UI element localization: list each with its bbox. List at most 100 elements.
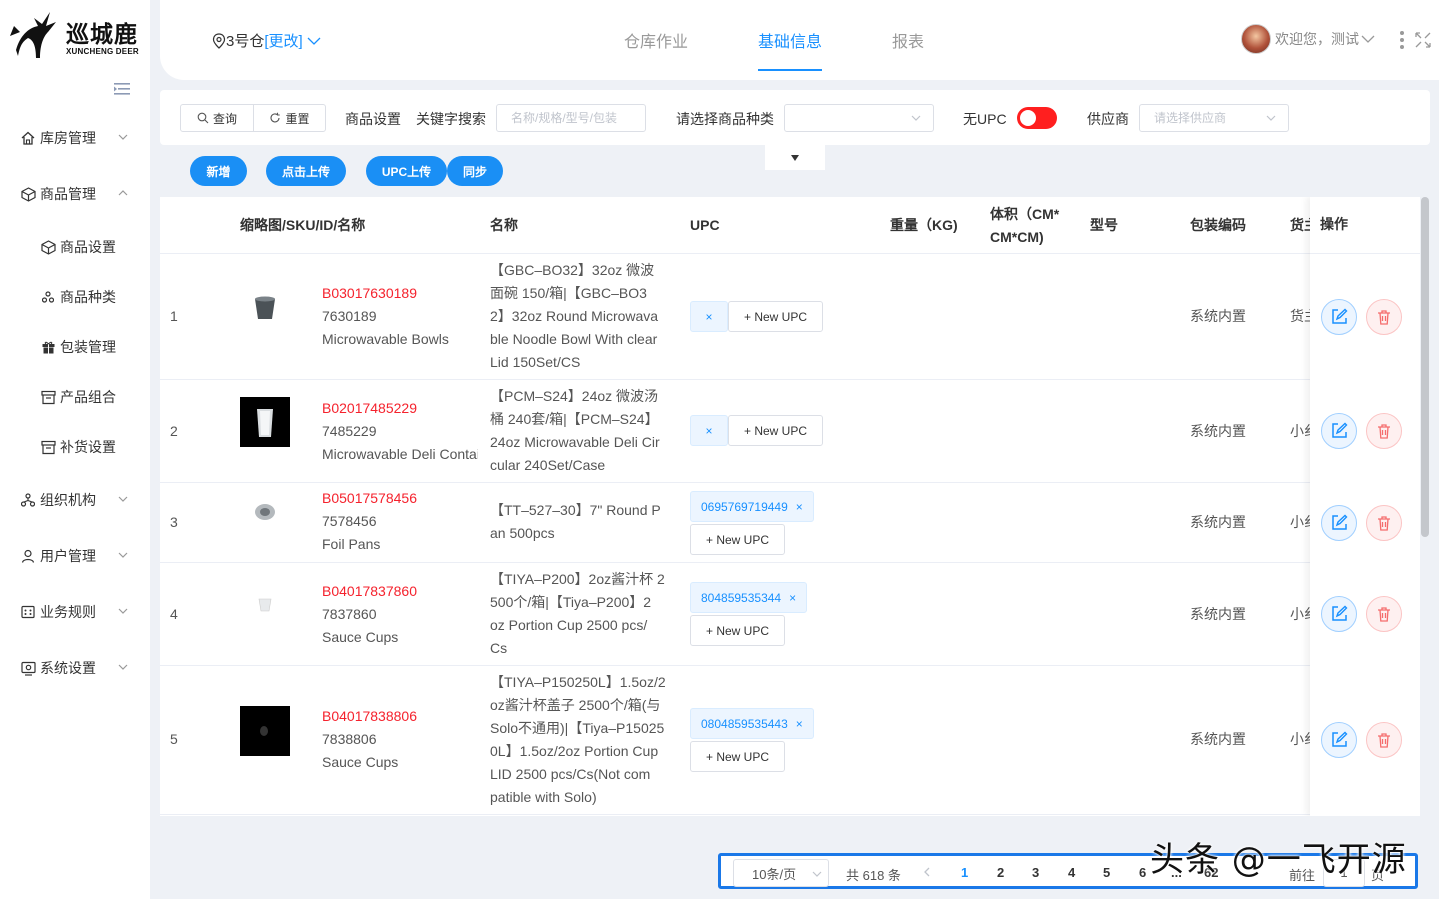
edit-button[interactable]: [1321, 596, 1357, 632]
delete-button[interactable]: [1366, 505, 1402, 541]
sidebar-item-label: 库房管理: [40, 130, 96, 146]
edit-button[interactable]: [1321, 299, 1357, 335]
sidebar-subitem-product-combo[interactable]: 产品组合: [0, 372, 150, 422]
tab-warehouse-ops[interactable]: 仓库作业: [624, 28, 688, 71]
sidebar-item-products[interactable]: 商品管理: [0, 166, 150, 222]
top-header: 3号仓 [更改] 仓库作业 基础信息 报表 欢迎您，测试: [160, 0, 1439, 80]
brand-name-cn: 巡城鹿: [66, 21, 138, 48]
keyword-search-input[interactable]: 名称/规格/型号/包装: [496, 104, 646, 132]
page-6[interactable]: 6: [1139, 865, 1146, 880]
edit-button[interactable]: [1321, 413, 1357, 449]
delete-button[interactable]: [1366, 596, 1402, 632]
product-thumbnail: [240, 706, 290, 756]
sidebar-item-business-rules[interactable]: 业务规则: [0, 584, 150, 640]
user-menu[interactable]: 欢迎您，测试: [1241, 24, 1375, 54]
no-upc-toggle[interactable]: [1017, 107, 1057, 129]
trash-icon: [1378, 310, 1390, 325]
row-sku: B05017578456: [322, 490, 417, 506]
add-button[interactable]: 新增: [190, 156, 247, 186]
sidebar-item-organization[interactable]: 组织机构: [0, 472, 150, 528]
row-name-line: 【TT–527–30】7" Round P: [490, 502, 661, 518]
archive-icon: [40, 389, 56, 405]
category-label: 请选择商品种类: [676, 111, 774, 127]
sidebar-subitem-product-category[interactable]: 商品种类: [0, 272, 150, 322]
edit-button[interactable]: [1321, 722, 1357, 758]
page-4[interactable]: 4: [1068, 865, 1075, 880]
page-2[interactable]: 2: [997, 865, 1004, 880]
rules-icon: [20, 604, 36, 620]
menu-collapse-icon[interactable]: [114, 82, 130, 96]
row-short-name: Microwavable Deli Contai: [322, 446, 478, 462]
row-sku-block: B04017837860 7837860 Sauce Cups: [322, 580, 417, 649]
chevron-down-icon: [1266, 115, 1276, 121]
col-pack-code: 包装编码: [1190, 217, 1246, 233]
tab-basic-info[interactable]: 基础信息: [758, 28, 823, 71]
reset-button[interactable]: 重置: [253, 105, 325, 131]
row-name-line: 桶 240套/箱|【PCM–S24】: [490, 411, 659, 427]
query-button-label: 查询: [212, 111, 237, 126]
filter-expand-toggle[interactable]: [765, 145, 825, 170]
supplier-select[interactable]: 请选择供应商: [1139, 104, 1289, 132]
close-icon[interactable]: ×: [796, 500, 803, 514]
close-icon[interactable]: ×: [705, 424, 712, 438]
row-name: 【TIYA–P200】2oz酱汁杯 2 500个/箱|【Tiya–P200】2 …: [490, 568, 680, 660]
page-3[interactable]: 3: [1032, 865, 1039, 880]
row-pack-code: 系统内置: [1190, 731, 1246, 747]
page-5[interactable]: 5: [1103, 865, 1110, 880]
fullscreen-icon[interactable]: [1415, 32, 1431, 48]
upc-upload-button[interactable]: UPC上传: [366, 156, 447, 186]
chevron-down-icon: [118, 664, 128, 670]
settings-icon: [20, 660, 36, 676]
sidebar-item-system-settings[interactable]: 系统设置: [0, 640, 150, 696]
filter-bar: 查询 重置 商品设置 关键字搜索 名称/规格/型号/包装 请选择商品种类 无UP…: [160, 90, 1430, 145]
new-upc-button[interactable]: + New UPC: [690, 741, 785, 772]
box-icon: [20, 186, 36, 202]
category-select[interactable]: [784, 104, 934, 132]
edit-icon: [1332, 308, 1348, 324]
delete-button[interactable]: [1366, 413, 1402, 449]
sidebar-subitem-product-setting[interactable]: 商品设置: [0, 222, 150, 272]
sidebar-subitem-label: 商品设置: [60, 239, 116, 255]
new-upc-button[interactable]: + New UPC: [728, 301, 823, 332]
sidebar-subitem-replenish[interactable]: 补货设置: [0, 422, 150, 472]
new-upc-button[interactable]: + New UPC: [690, 615, 785, 646]
sidebar-item-warehouse[interactable]: 库房管理: [0, 110, 150, 166]
edit-button[interactable]: [1321, 505, 1357, 541]
row-short-name: Microwavable Bowls: [322, 331, 449, 347]
sidebar-item-users[interactable]: 用户管理: [0, 528, 150, 584]
table-scrollbar[interactable]: [1421, 197, 1429, 816]
edit-icon: [1332, 422, 1348, 438]
tab-reports[interactable]: 报表: [892, 28, 924, 71]
query-button[interactable]: 查询: [181, 105, 253, 131]
sync-button[interactable]: 同步: [447, 156, 503, 186]
col-thumb-sku: 缩略图/SKU/ID/名称: [240, 217, 366, 233]
trash-icon: [1378, 516, 1390, 531]
sidebar-subitem-label: 补货设置: [60, 439, 116, 455]
prev-page-icon[interactable]: [923, 867, 931, 877]
upc-value: 0695769719449: [701, 499, 788, 514]
scrollbar-thumb[interactable]: [1421, 197, 1429, 537]
sidebar-subitem-packaging[interactable]: 包装管理: [0, 322, 150, 372]
close-icon[interactable]: ×: [796, 717, 803, 731]
divider: [1310, 253, 1420, 254]
row-sku-block: B02017485229 7485229 Microwavable Deli C…: [322, 397, 478, 466]
row-name-line: patible with Solo): [490, 789, 597, 805]
logo[interactable]: 巡城鹿 XUNCHENG DEER: [0, 0, 150, 70]
delete-button[interactable]: [1366, 299, 1402, 335]
new-upc-button[interactable]: + New UPC: [690, 524, 785, 555]
warehouse-selector[interactable]: 3号仓 [更改]: [212, 30, 321, 51]
close-icon[interactable]: ×: [705, 310, 712, 324]
close-icon[interactable]: ×: [789, 591, 796, 605]
upload-button[interactable]: 点击上传: [266, 156, 346, 186]
page-size-select[interactable]: 10条/页: [733, 859, 829, 887]
more-vertical-icon[interactable]: [1399, 30, 1405, 50]
row-name: 【TIYA–P150250L】1.5oz/2 oz酱汁杯盖子 2500个/箱(与…: [490, 671, 680, 809]
delete-button[interactable]: [1366, 722, 1402, 758]
row-short-name: Foil Pans: [322, 536, 381, 552]
change-warehouse-link[interactable]: [更改]: [264, 30, 302, 51]
page-1[interactable]: 1: [961, 865, 968, 880]
row-name-line: 【TIYA–P150250L】1.5oz/2: [490, 674, 666, 690]
supplier-placeholder: 请选择供应商: [1154, 111, 1227, 125]
row-id: 7485229: [322, 423, 377, 439]
new-upc-button[interactable]: + New UPC: [728, 415, 823, 446]
